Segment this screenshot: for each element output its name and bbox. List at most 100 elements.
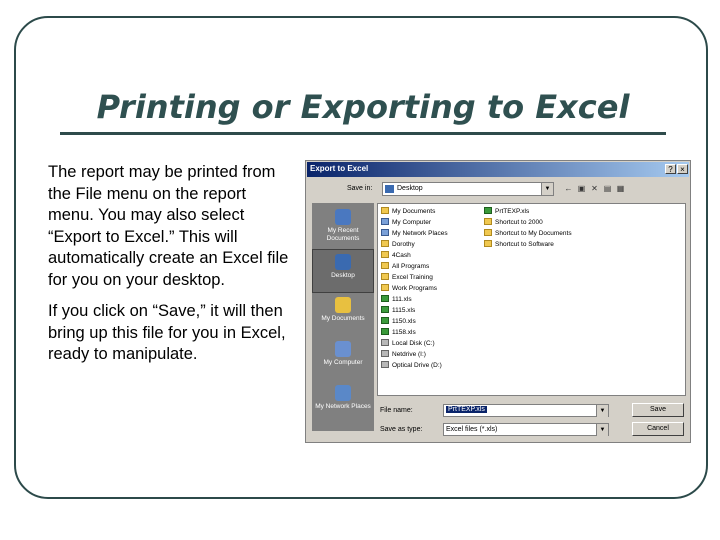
file-name: 1115.xls: [392, 307, 416, 314]
file-name-label: File name:: [380, 407, 413, 414]
my-computer-icon: [335, 341, 351, 357]
file-name: Shortcut to 2000: [495, 219, 543, 226]
place-label: Desktop: [331, 272, 355, 279]
shortcut-folder-icon: [484, 218, 492, 225]
file-name: 1158.xls: [392, 329, 416, 336]
folder-icon: [381, 273, 389, 280]
file-name-field[interactable]: PrtTEXP.xls ▼: [443, 404, 609, 417]
save-button[interactable]: Save: [632, 403, 684, 417]
slide-title: Printing or Exporting to Excel: [96, 88, 630, 126]
folder-icon: [381, 251, 389, 258]
place-my-documents[interactable]: My Documents: [312, 293, 374, 337]
chevron-down-icon[interactable]: ▼: [596, 424, 608, 436]
chevron-down-icon[interactable]: ▼: [541, 183, 553, 195]
place-label: My Documents: [321, 315, 365, 322]
excel-file-icon: [381, 295, 389, 302]
place-desktop[interactable]: Desktop: [312, 249, 374, 293]
list-item[interactable]: My Computer: [381, 218, 431, 229]
file-name: 111.xls: [392, 296, 412, 303]
save-in-label: Save in:: [347, 185, 373, 192]
file-name: Optical Drive (D:): [392, 362, 442, 369]
list-item[interactable]: 1150.xls: [381, 317, 416, 328]
file-name: Local Disk (C:): [392, 340, 435, 347]
places-bar: My Recent Documents Desktop My Documents…: [312, 203, 374, 431]
list-item[interactable]: My Documents: [381, 207, 435, 218]
title-underline: [60, 132, 666, 135]
close-button[interactable]: ×: [677, 164, 688, 174]
file-name: My Computer: [392, 219, 432, 226]
excel-file-icon: [381, 317, 389, 324]
list-item[interactable]: Optical Drive (D:): [381, 361, 442, 372]
file-name: My Network Places: [392, 230, 448, 237]
list-item[interactable]: Shortcut to 2000: [484, 218, 543, 229]
file-name: All Programs: [392, 263, 430, 270]
new-folder-icon[interactable]: ▤: [603, 184, 612, 193]
list-item[interactable]: Shortcut to My Documents: [484, 229, 572, 240]
computer-icon: [381, 218, 389, 225]
back-icon[interactable]: ←: [564, 184, 573, 193]
file-name: Excel Training: [392, 274, 433, 281]
shortcut-folder-icon: [484, 240, 492, 247]
delete-icon[interactable]: ✕: [590, 184, 599, 193]
file-name: Shortcut to My Documents: [495, 230, 572, 237]
up-folder-icon[interactable]: ▣: [577, 184, 586, 193]
drive-icon: [381, 361, 389, 368]
help-button[interactable]: ?: [665, 164, 676, 174]
list-item[interactable]: Excel Training: [381, 273, 433, 284]
place-network-places[interactable]: My Network Places: [312, 381, 374, 425]
save-in-value: Desktop: [397, 185, 423, 192]
excel-file-icon: [484, 207, 492, 214]
dialog-title: Export to Excel: [310, 164, 369, 173]
drive-icon: [381, 339, 389, 346]
desktop-small-icon: [385, 185, 394, 193]
folder-icon: [381, 207, 389, 214]
list-item[interactable]: 1158.xls: [381, 328, 416, 339]
file-name: 4Cash: [392, 252, 411, 259]
excel-file-icon: [381, 328, 389, 335]
views-menu-icon[interactable]: ▦: [616, 184, 625, 193]
save-in-dropdown[interactable]: Desktop ▼: [382, 182, 554, 196]
network-places-icon: [335, 385, 351, 401]
list-item[interactable]: Local Disk (C:): [381, 339, 435, 350]
list-item[interactable]: Dorothy: [381, 240, 415, 251]
list-item[interactable]: 1115.xls: [381, 306, 415, 317]
my-documents-icon: [335, 297, 351, 313]
slide-body: The report may be printed from the File …: [48, 162, 293, 376]
list-item[interactable]: Netdrive (I:): [381, 350, 426, 361]
paragraph-2: If you click on “Save,” it will then bri…: [48, 302, 286, 363]
list-item[interactable]: My Network Places: [381, 229, 448, 240]
place-label: My Network Places: [315, 403, 371, 410]
file-name-value: PrtTEXP.xls: [446, 406, 487, 413]
folder-icon: [381, 262, 389, 269]
chevron-down-icon[interactable]: ▼: [596, 405, 608, 417]
save-as-type-dropdown[interactable]: Excel files (*.xls) ▼: [443, 423, 609, 436]
list-item[interactable]: Shortcut to Software: [484, 240, 554, 251]
file-name: My Documents: [392, 208, 436, 215]
save-as-type-value: Excel files (*.xls): [446, 426, 498, 433]
list-item[interactable]: PrtTEXP.xls: [484, 207, 529, 218]
place-label: My Computer: [323, 359, 363, 366]
list-item[interactable]: 4Cash: [381, 251, 411, 262]
shortcut-folder-icon: [484, 229, 492, 236]
file-name: Dorothy: [392, 241, 415, 248]
place-my-computer[interactable]: My Computer: [312, 337, 374, 381]
cancel-button[interactable]: Cancel: [632, 422, 684, 436]
save-as-type-label: Save as type:: [380, 426, 423, 433]
file-name: Work Programs: [392, 285, 438, 292]
list-item[interactable]: Work Programs: [381, 284, 437, 295]
folder-icon: [381, 284, 389, 291]
file-list[interactable]: My Documents My Computer My Network Plac…: [377, 203, 686, 396]
recent-documents-icon: [335, 209, 351, 225]
list-item[interactable]: 111.xls: [381, 295, 412, 306]
folder-icon: [381, 240, 389, 247]
desktop-icon: [335, 254, 351, 270]
file-name: Shortcut to Software: [495, 241, 554, 248]
file-name: PrtTEXP.xls: [495, 208, 530, 215]
file-name: 1150.xls: [392, 318, 416, 325]
place-label: My Recent Documents: [326, 227, 360, 242]
paragraph-1: The report may be printed from the File …: [48, 163, 289, 289]
export-dialog: Export to Excel ? × Save in: Desktop ▼ ←…: [305, 160, 691, 443]
list-item[interactable]: All Programs: [381, 262, 429, 273]
place-recent-documents[interactable]: My Recent Documents: [312, 205, 374, 249]
drive-icon: [381, 350, 389, 357]
